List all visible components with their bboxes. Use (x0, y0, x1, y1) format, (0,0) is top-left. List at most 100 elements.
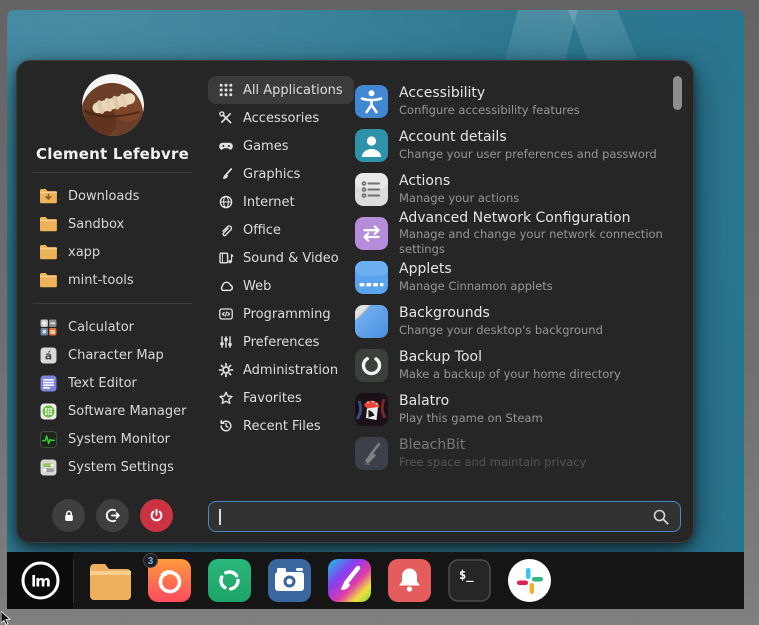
category-label: Programming (243, 307, 331, 322)
code-icon (217, 306, 234, 323)
app-description: Configure accessibility features (399, 103, 580, 117)
category-recent-files[interactable]: Recent Files (208, 412, 332, 440)
place-xapp[interactable]: xapp (17, 238, 208, 266)
bleachbit-icon (355, 437, 388, 470)
slack-launcher[interactable] (508, 559, 551, 602)
app-account-details[interactable]: Account detailsChange your user preferen… (355, 123, 671, 167)
user-avatar[interactable] (82, 74, 144, 136)
svg-text:$_: $_ (459, 568, 474, 583)
app-title: BleachBit (399, 437, 586, 455)
balatro-icon (355, 393, 388, 426)
sidebar-item-system-settings[interactable]: System Settings (17, 453, 208, 481)
bell-icon (388, 559, 431, 602)
place-label: mint-tools (68, 273, 134, 288)
app-description: Free space and maintain privacy (399, 455, 586, 469)
slack-icon (508, 559, 551, 602)
lock-icon (61, 508, 77, 524)
sidebar-item-character-map[interactable]: á Character Map (17, 341, 208, 369)
category-programming[interactable]: Programming (208, 300, 342, 328)
category-label: Web (243, 279, 271, 294)
gamepad-icon (217, 138, 234, 155)
app-description: Manage your actions (399, 191, 519, 205)
category-sound-video[interactable]: Sound & Video (208, 244, 350, 272)
media-icon (217, 250, 234, 267)
app-actions[interactable]: ActionsManage your actions (355, 167, 671, 211)
system-settings-icon (38, 457, 58, 477)
scrollbar-thumb[interactable] (673, 76, 682, 110)
logout-button[interactable] (96, 499, 129, 532)
notification-badge: 3 (143, 553, 158, 568)
app-backgrounds[interactable]: BackgroundsChange your desktop's backgro… (355, 299, 671, 343)
sidebar-item-system-monitor[interactable]: System Monitor (17, 425, 208, 453)
place-mint-tools[interactable]: mint-tools (17, 266, 208, 294)
brush-icon (217, 166, 234, 183)
lock-button[interactable] (52, 499, 85, 532)
menu-sidebar: Clement Lefebvre Downloads Sandbox (17, 61, 208, 542)
category-label: Sound & Video (243, 251, 339, 266)
category-administration[interactable]: Administration (208, 356, 349, 384)
backgrounds-icon (355, 305, 388, 338)
app-advanced-network-configuration[interactable]: Advanced Network ConfigurationManage and… (355, 211, 671, 255)
account-icon (355, 129, 388, 162)
terminal-launcher[interactable]: $_ (448, 559, 491, 602)
shutdown-button[interactable] (140, 499, 173, 532)
files-launcher[interactable] (88, 559, 131, 602)
category-office[interactable]: Office (208, 216, 292, 244)
app-applets[interactable]: AppletsManage Cinnamon applets (355, 255, 671, 299)
firefox-launcher[interactable]: 3 (148, 559, 191, 602)
avatar-image (82, 74, 144, 136)
sidebar-item-text-editor[interactable]: Text Editor (17, 369, 208, 397)
category-label: Favorites (243, 391, 302, 406)
divider (33, 303, 192, 304)
screen-frame: Clement Lefebvre Downloads Sandbox (0, 0, 759, 625)
globe-icon (217, 194, 234, 211)
sidebar-item-software-manager[interactable]: Software Manager (17, 397, 208, 425)
category-web[interactable]: Web (208, 272, 282, 300)
app-bleachbit[interactable]: BleachBitFree space and maintain privacy (355, 431, 671, 475)
app-balatro[interactable]: BalatroPlay this game on Steam (355, 387, 671, 431)
place-sandbox[interactable]: Sandbox (17, 210, 208, 238)
calculator-icon (38, 317, 58, 337)
app-backup-tool[interactable]: Backup ToolMake a backup of your home di… (355, 343, 671, 387)
divider (33, 172, 192, 173)
category-all-applications[interactable]: All Applications (208, 76, 354, 104)
category-graphics[interactable]: Graphics (208, 160, 311, 188)
category-games[interactable]: Games (208, 132, 299, 160)
app-accessibility[interactable]: AccessibilityConfigure accessibility fea… (355, 79, 671, 123)
category-label: Graphics (243, 167, 300, 182)
sidebar-item-label: Software Manager (68, 404, 186, 419)
folder-icon (38, 214, 58, 234)
sync-launcher[interactable] (208, 559, 251, 602)
paint-launcher[interactable] (328, 559, 371, 602)
place-label: Downloads (68, 189, 139, 204)
category-preferences[interactable]: Preferences (208, 328, 330, 356)
folder-icon (38, 242, 58, 262)
category-internet[interactable]: Internet (208, 188, 306, 216)
app-title: Advanced Network Configuration (399, 210, 671, 228)
place-label: xapp (68, 245, 100, 260)
category-label: Accessories (243, 111, 319, 126)
category-label: Office (243, 223, 281, 238)
sidebar-item-calculator[interactable]: Calculator (17, 313, 208, 341)
notifications-launcher[interactable] (388, 559, 431, 602)
session-buttons (17, 499, 208, 532)
files-icon (88, 562, 133, 600)
category-accessories[interactable]: Accessories (208, 104, 330, 132)
screenshot-launcher[interactable] (268, 559, 311, 602)
backup-icon (355, 349, 388, 382)
app-title: Balatro (399, 393, 543, 411)
search-bar[interactable] (208, 501, 681, 532)
sidebar-item-label: Character Map (68, 348, 164, 363)
star-icon (217, 390, 234, 407)
tools-icon (217, 110, 234, 127)
menu-button[interactable]: lm (7, 552, 73, 609)
app-description: Change your desktop's background (399, 323, 603, 337)
applets-icon (355, 261, 388, 294)
mint-menu-icon: lm (19, 559, 62, 602)
mouse-cursor (1, 611, 12, 625)
category-favorites[interactable]: Favorites (208, 384, 313, 412)
app-title: Accessibility (399, 85, 580, 103)
search-input[interactable] (221, 508, 653, 525)
place-downloads[interactable]: Downloads (17, 182, 208, 210)
search-icon (652, 508, 670, 526)
